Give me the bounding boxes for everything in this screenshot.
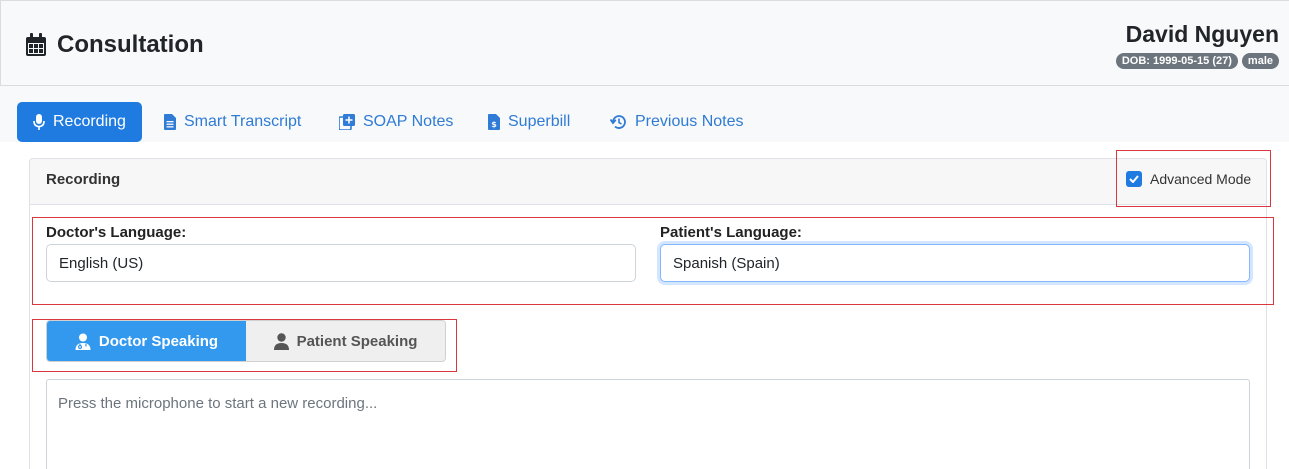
tab-smart-transcript[interactable]: Smart Transcript — [148, 102, 317, 142]
patient-language-select[interactable]: Spanish (Spain) — [660, 244, 1250, 282]
doctor-speaking-button[interactable]: Doctor Speaking — [47, 321, 246, 361]
tab-label: Previous Notes — [635, 113, 744, 130]
doctor-speaking-label: Doctor Speaking — [98, 332, 219, 350]
history-icon — [610, 115, 626, 129]
advanced-mode-toggle[interactable]: Advanced Mode — [1126, 171, 1251, 187]
transcript-textarea[interactable]: Press the microphone to start a new reco… — [46, 379, 1250, 469]
tab-soap-notes[interactable]: SOAP Notes — [323, 102, 469, 142]
patient-speaking-button[interactable]: Patient Speaking — [246, 321, 445, 361]
svg-text:$: $ — [491, 120, 497, 129]
tab-label: Superbill — [508, 113, 571, 130]
doctor-icon — [75, 333, 91, 350]
doctor-language-select[interactable]: English (US) — [46, 244, 636, 282]
patient-badges: DOB: 1999-05-15 (27) male — [1115, 53, 1279, 69]
tab-label: SOAP Notes — [363, 113, 454, 130]
checkmark-icon — [1129, 175, 1139, 183]
calendar-icon — [26, 33, 46, 56]
patient-language-label: Patient's Language: — [660, 224, 802, 241]
document-icon — [164, 114, 176, 130]
page-header: Consultation David Nguyen DOB: 1999-05-1… — [0, 0, 1289, 86]
tab-previous-notes[interactable]: Previous Notes — [594, 102, 760, 142]
card-title: Recording — [46, 171, 121, 188]
tab-superbill[interactable]: $ Superbill — [472, 102, 586, 142]
user-icon — [273, 332, 289, 350]
doctor-language-label: Doctor's Language: — [46, 224, 187, 241]
speaker-toggle-group: Doctor Speaking Patient Speaking — [46, 320, 446, 362]
tab-label: Smart Transcript — [184, 113, 302, 130]
microphone-icon — [33, 113, 45, 130]
tab-recording[interactable]: Recording — [17, 102, 142, 142]
patient-name: David Nguyen — [1125, 21, 1279, 47]
advanced-mode-label: Advanced Mode — [1150, 171, 1252, 187]
tab-bar: Recording Smart Transcript SOAP Notes $ … — [0, 86, 1289, 142]
notes-plus-icon — [339, 114, 355, 130]
tab-label: Recording — [53, 113, 126, 130]
dob-badge: DOB: 1999-05-15 (27) — [1115, 53, 1238, 69]
advanced-mode-checkbox[interactable] — [1126, 171, 1142, 187]
patient-speaking-label: Patient Speaking — [296, 332, 418, 350]
sex-badge: male — [1241, 53, 1279, 69]
page-title: Consultation — [25, 31, 204, 59]
card-header: Recording Advanced Mode — [30, 159, 1266, 205]
page-title-text: Consultation — [57, 31, 204, 58]
invoice-icon: $ — [488, 114, 500, 130]
